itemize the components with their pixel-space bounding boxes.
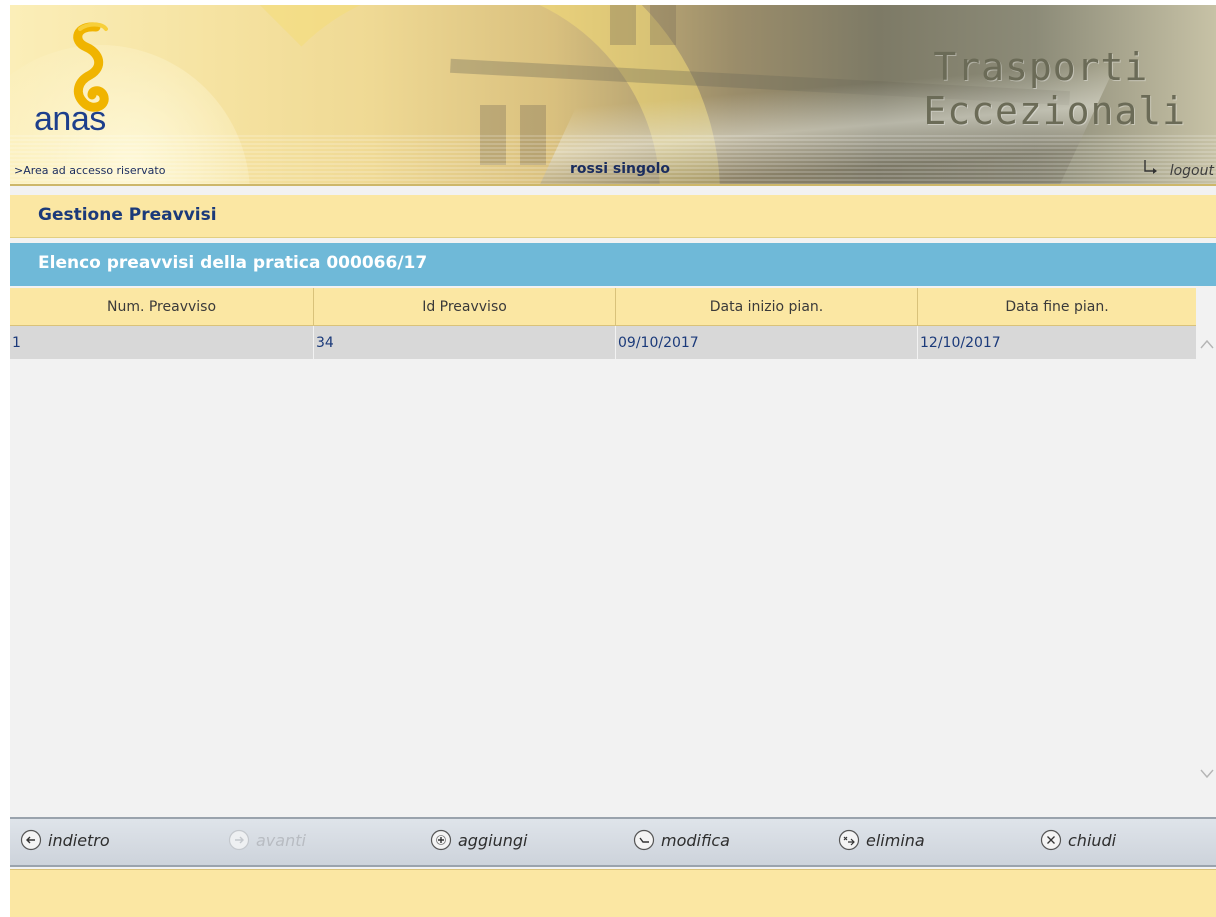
section-title-bar: Gestione Preavvisi (10, 195, 1216, 238)
banner-pillar (610, 5, 636, 45)
header-banner: anas Trasporti Eccezionali >Area ad acce… (10, 5, 1216, 185)
edit-button[interactable]: modifica (633, 829, 730, 851)
forward-button[interactable]: avanti (228, 829, 306, 851)
app-frame: anas Trasporti Eccezionali >Area ad acce… (10, 5, 1216, 917)
app-title-line1: Trasporti (933, 45, 1149, 89)
column-header-start[interactable]: Data inizio pian. (616, 288, 918, 325)
table-row[interactable]: 1 34 09/10/2017 12/10/2017 (10, 326, 1196, 359)
column-header-num[interactable]: Num. Preavviso (10, 288, 314, 325)
action-toolbar: indietro avanti aggiungi modifica elimin… (10, 817, 1216, 867)
delete-button[interactable]: elimina (838, 829, 925, 851)
logout-arrow-icon (1141, 160, 1165, 179)
cell-end-date: 12/10/2017 (920, 334, 1001, 351)
app-title: Trasporti Eccezionali (923, 45, 1186, 133)
delete-icon (838, 829, 860, 851)
header-strip: >Area ad accesso riservato rossi singolo… (10, 155, 1216, 183)
cell-num: 1 (10, 326, 314, 359)
cell-id: 34 (314, 326, 616, 359)
edit-icon (633, 829, 655, 851)
logo-text: anas (34, 100, 106, 138)
column-header-id[interactable]: Id Preavviso (314, 288, 616, 325)
scroll-down-icon[interactable] (1198, 763, 1216, 783)
banner-pillar (650, 5, 676, 45)
close-button[interactable]: chiudi (1040, 829, 1116, 851)
logout-label: logout (1169, 163, 1214, 179)
logout-link[interactable]: logout (1141, 159, 1214, 179)
delete-label: elimina (866, 830, 925, 850)
add-button[interactable]: aggiungi (430, 829, 527, 851)
cell-start-date: 09/10/2017 (616, 326, 918, 359)
list-title-bar: Elenco preavvisi della pratica 000066/17 (10, 243, 1216, 286)
close-label: chiudi (1068, 830, 1117, 850)
edit-label: modifica (661, 830, 730, 850)
app-title-line2: Eccezionali (923, 89, 1186, 133)
footer-bar (10, 869, 1216, 917)
forward-label: avanti (256, 830, 306, 850)
back-label: indietro (48, 830, 110, 850)
add-label: aggiungi (458, 830, 528, 850)
add-icon (430, 829, 452, 851)
restricted-area-link[interactable]: >Area ad accesso riservato (14, 164, 165, 177)
scroll-up-icon[interactable] (1198, 335, 1216, 355)
table-header: Num. Preavviso Id Preavviso Data inizio … (10, 288, 1196, 326)
back-button[interactable]: indietro (20, 829, 110, 851)
list-title: Elenco preavvisi della pratica 000066/17 (38, 253, 428, 273)
back-arrow-icon (20, 829, 42, 851)
column-header-end[interactable]: Data fine pian. (918, 288, 1196, 325)
preavvisi-table: Num. Preavviso Id Preavviso Data inizio … (10, 288, 1196, 359)
close-icon (1040, 829, 1062, 851)
header-divider (10, 184, 1216, 186)
forward-arrow-icon (228, 829, 250, 851)
section-title: Gestione Preavvisi (38, 205, 217, 225)
user-name: rossi singolo (570, 161, 671, 177)
